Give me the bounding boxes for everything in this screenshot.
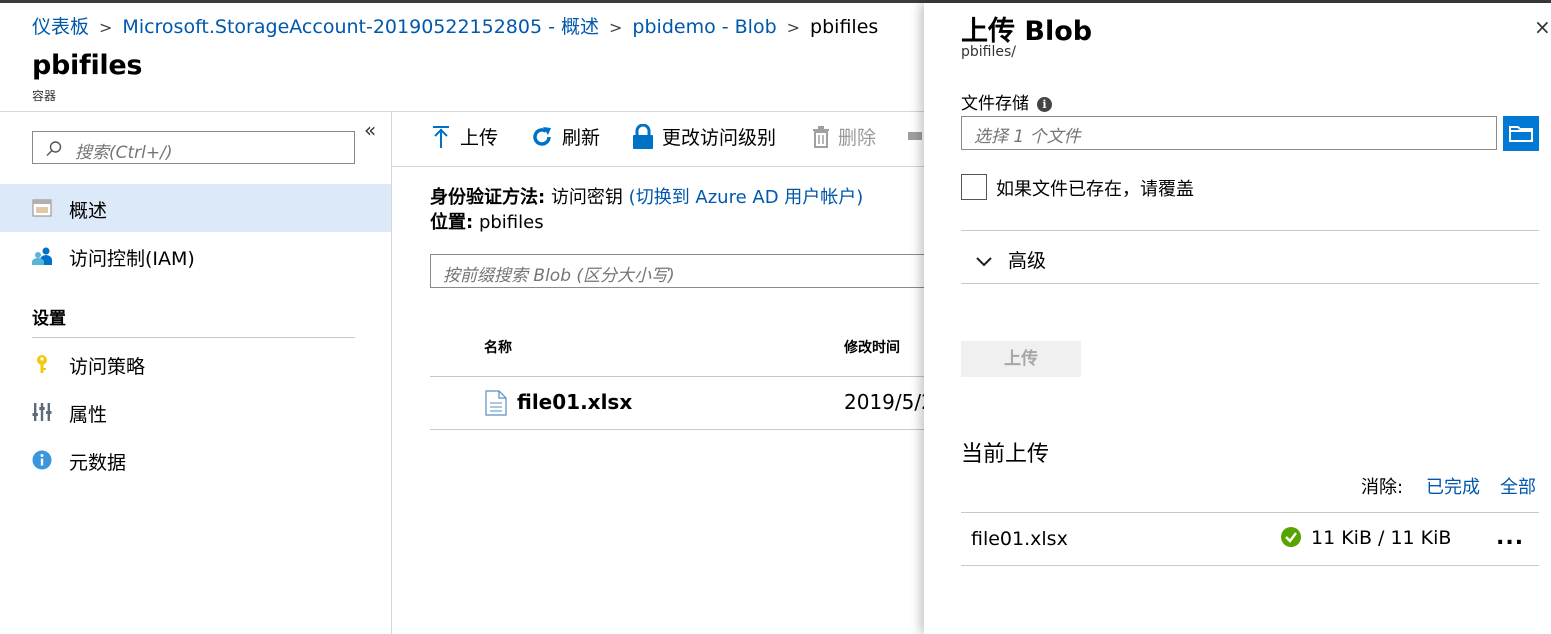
lock-icon	[633, 123, 653, 149]
auth-method-value: 访问密钥	[550, 187, 623, 208]
delete-button-label: 删除	[838, 127, 877, 149]
upload-arrow-icon	[433, 125, 449, 148]
blob-search-placeholder: 按前缀搜索 Blob (区分大小写)	[443, 266, 675, 286]
uploads-bottom-divider	[961, 565, 1539, 566]
breadcrumb-separator: >	[609, 18, 623, 37]
refresh-icon	[533, 126, 551, 146]
overwrite-checkbox[interactable]	[961, 174, 987, 200]
sidebar-search-input[interactable]: 搜索(Ctrl+/)	[32, 131, 355, 164]
column-header-name[interactable]: 名称	[484, 337, 512, 357]
change-access-level-label: 更改访问级别	[662, 127, 777, 149]
file-icon	[485, 390, 507, 416]
sidebar-item-label: 元数据	[69, 452, 127, 474]
table-row-divider	[430, 429, 924, 430]
sidebar-item-label: 属性	[69, 404, 108, 426]
collapse-sidebar-button[interactable]: «	[364, 118, 376, 142]
key-icon	[37, 355, 47, 373]
file-name-cell[interactable]: file01.xlsx	[517, 390, 632, 414]
overwrite-label[interactable]: 如果文件已存在，请覆盖	[996, 175, 1194, 201]
file-select-input[interactable]: 选择 1 个文件	[961, 116, 1497, 150]
sidebar-item-access-policy[interactable]: 访问策略	[0, 340, 391, 388]
header-divider	[0, 111, 924, 112]
modified-time-cell: 2019/5/2	[844, 390, 924, 414]
clear-all-link[interactable]: 全部	[1500, 473, 1536, 499]
iam-people-icon	[32, 247, 52, 265]
delete-button[interactable]: 删除	[812, 123, 876, 155]
breadcrumb-item-dashboard[interactable]: 仪表板	[32, 12, 89, 39]
location: 位置: pbifiles	[430, 208, 544, 234]
trash-icon	[813, 125, 829, 148]
close-panel-button[interactable]: ×	[1534, 15, 1551, 39]
page-subtitle: 容器	[32, 89, 57, 103]
panel-subtitle: pbifiles/	[961, 44, 1016, 60]
upload-item-file-name: file01.xlsx	[971, 528, 1068, 550]
breadcrumb-separator: >	[786, 18, 801, 37]
file-storage-label-text: 文件存储	[961, 94, 1029, 114]
location-label: 位置:	[430, 212, 474, 233]
sidebar-item-label: 访问控制(IAM)	[69, 248, 195, 270]
lease-icon	[908, 131, 922, 140]
sidebar-divider	[391, 112, 392, 634]
panel-title: 上传 Blob	[961, 16, 1093, 47]
browse-files-button[interactable]	[1503, 116, 1539, 151]
advanced-label: 高级	[1008, 250, 1047, 272]
breadcrumb-item-storage-account[interactable]: Microsoft.StorageAccount-20190522152805 …	[122, 12, 599, 39]
success-check-icon	[1281, 527, 1301, 547]
sidebar-section-settings: 设置	[32, 309, 66, 329]
clear-completed-link[interactable]: 已完成	[1426, 473, 1480, 499]
upload-item-status: 11 KiB / 11 KiB	[1281, 527, 1451, 549]
breadcrumb-item-current: pbifiles	[810, 16, 879, 38]
upload-button-label: 上传	[460, 127, 499, 149]
sidebar-item-iam[interactable]: 访问控制(IAM)	[0, 232, 391, 280]
blob-prefix-search-input[interactable]: 按前缀搜索 Blob (区分大小写)	[430, 254, 930, 288]
sidebar-item-label: 概述	[69, 200, 108, 222]
auth-method: 身份验证方法: 访问密钥 (切换到 Azure AD 用户帐户)	[430, 183, 863, 209]
file-storage-label: 文件存储 i	[961, 89, 1052, 114]
upload-blob-panel: 上传 Blob pbifiles/ × 文件存储 i 选择 1 个文件 如果文件已…	[924, 3, 1551, 634]
upload-submit-button[interactable]: 上传	[961, 341, 1081, 377]
search-icon	[46, 141, 62, 156]
location-value: pbifiles	[478, 212, 544, 233]
file-select-placeholder: 选择 1 个文件	[974, 127, 1081, 147]
folder-icon	[1509, 126, 1533, 142]
sidebar-search-placeholder: 搜索(Ctrl+/)	[75, 143, 173, 163]
breadcrumb: 仪表板 > Microsoft.StorageAccount-20190522152…	[32, 12, 878, 39]
uploads-top-divider	[961, 512, 1539, 513]
refresh-button[interactable]: 刷新	[530, 123, 600, 155]
chevron-down-icon	[976, 257, 992, 267]
info-icon	[32, 450, 52, 470]
column-header-modified[interactable]: 修改时间	[844, 337, 900, 357]
properties-sliders-icon	[32, 403, 52, 421]
advanced-bottom-divider	[961, 283, 1539, 284]
sidebar-item-metadata[interactable]: 元数据	[0, 436, 391, 484]
clear-label: 消除:	[1361, 477, 1404, 498]
overview-icon	[32, 199, 52, 217]
switch-to-azure-ad-link[interactable]: (切换到 Azure AD 用户帐户)	[629, 187, 864, 208]
sidebar-item-overview[interactable]: 概述	[0, 184, 391, 232]
sidebar-item-properties[interactable]: 属性	[0, 388, 391, 436]
breadcrumb-separator: >	[99, 18, 113, 37]
toolbar-divider	[392, 166, 924, 167]
upload-button[interactable]: 上传	[430, 123, 498, 155]
breadcrumb-item-blob[interactable]: pbidemo - Blob	[632, 16, 776, 38]
change-access-level-button[interactable]: 更改访问级别	[632, 123, 776, 155]
refresh-button-label: 刷新	[562, 127, 601, 149]
upload-item-more-button[interactable]: ...	[1496, 525, 1524, 550]
upload-item-progress: 11 KiB / 11 KiB	[1311, 527, 1452, 549]
advanced-section-toggle[interactable]: 高级	[976, 246, 1046, 273]
page-title: pbifiles	[32, 50, 143, 81]
info-icon[interactable]: i	[1037, 97, 1052, 112]
sidebar-item-label: 访问策略	[69, 356, 146, 378]
section-divider	[32, 337, 355, 338]
advanced-top-divider	[961, 230, 1539, 231]
auth-method-label: 身份验证方法:	[430, 187, 546, 208]
current-uploads-title: 当前上传	[961, 442, 1050, 467]
